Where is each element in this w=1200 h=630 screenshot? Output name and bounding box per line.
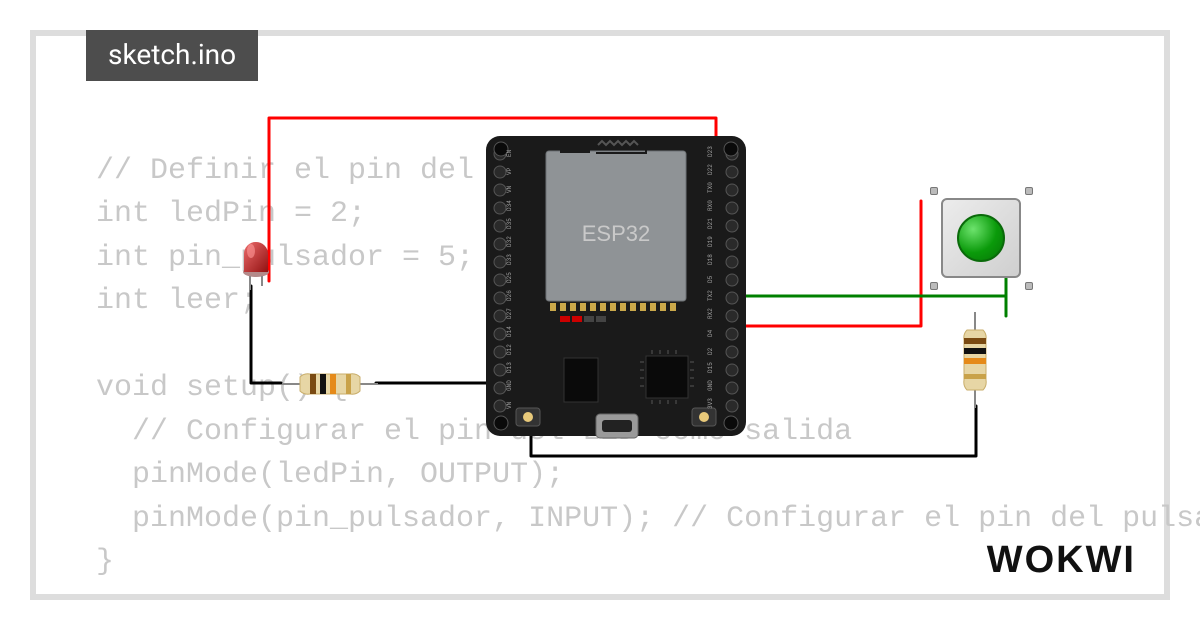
svg-text:D18: D18 xyxy=(707,254,714,265)
project-frame: sketch.ino // Definir el pin del LED int… xyxy=(30,30,1170,600)
board-button-boot[interactable] xyxy=(692,408,716,426)
svg-text:D35: D35 xyxy=(506,218,513,229)
svg-text:D5: D5 xyxy=(707,275,714,283)
svg-text:D13: D13 xyxy=(506,362,513,373)
svg-text:TX0: TX0 xyxy=(707,182,714,193)
svg-text:TX2: TX2 xyxy=(707,290,714,301)
pushbutton-pin xyxy=(1025,187,1033,195)
resistor-led[interactable] xyxy=(282,371,378,397)
pushbutton-green[interactable] xyxy=(934,191,1029,286)
pin-row-right xyxy=(726,148,738,412)
wire-led-ground xyxy=(251,286,281,383)
svg-text:D26: D26 xyxy=(506,290,513,301)
svg-text:EN: EN xyxy=(506,149,513,157)
svg-text:D4: D4 xyxy=(707,329,714,337)
svg-text:D33: D33 xyxy=(506,254,513,265)
pushbutton-cap[interactable] xyxy=(957,214,1005,262)
board-label: ESP32 xyxy=(582,221,651,246)
svg-text:D14: D14 xyxy=(506,326,513,337)
wire-button-power xyxy=(740,201,921,326)
pushbutton-pin xyxy=(930,282,938,290)
esp32-board[interactable]: ESP32 xyxy=(486,136,746,438)
svg-text:VN: VN xyxy=(506,185,513,193)
circuit-canvas[interactable]: ESP32 xyxy=(36,36,1164,594)
file-tab[interactable]: sketch.ino xyxy=(86,30,258,81)
svg-text:D34: D34 xyxy=(506,200,513,211)
svg-text:VN: VN xyxy=(506,401,513,409)
board-button-en[interactable] xyxy=(516,408,540,426)
pushbutton-pin xyxy=(1025,282,1033,290)
svg-text:D2: D2 xyxy=(707,347,714,355)
svg-text:D32: D32 xyxy=(506,236,513,247)
svg-text:D21: D21 xyxy=(707,218,714,229)
led-red[interactable] xyxy=(236,236,276,291)
svg-text:D15: D15 xyxy=(707,362,714,373)
pin-row-left xyxy=(494,148,506,412)
svg-text:D19: D19 xyxy=(707,236,714,247)
svg-text:D22: D22 xyxy=(707,164,714,175)
wokwi-logo: WOKWI xyxy=(987,539,1136,582)
svg-text:RX0: RX0 xyxy=(707,200,714,211)
svg-text:GND: GND xyxy=(707,380,714,391)
svg-text:VP: VP xyxy=(506,167,513,175)
pushbutton-pin xyxy=(930,187,938,195)
svg-text:GND: GND xyxy=(506,380,513,391)
svg-text:D25: D25 xyxy=(506,272,513,283)
svg-text:D12: D12 xyxy=(506,344,513,355)
svg-text:D27: D27 xyxy=(506,308,513,319)
svg-text:RX2: RX2 xyxy=(707,308,714,319)
svg-text:D23: D23 xyxy=(707,146,714,157)
resistor-button[interactable] xyxy=(961,312,989,408)
filename-label: sketch.ino xyxy=(108,38,236,71)
svg-text:3V3: 3V3 xyxy=(707,398,714,409)
